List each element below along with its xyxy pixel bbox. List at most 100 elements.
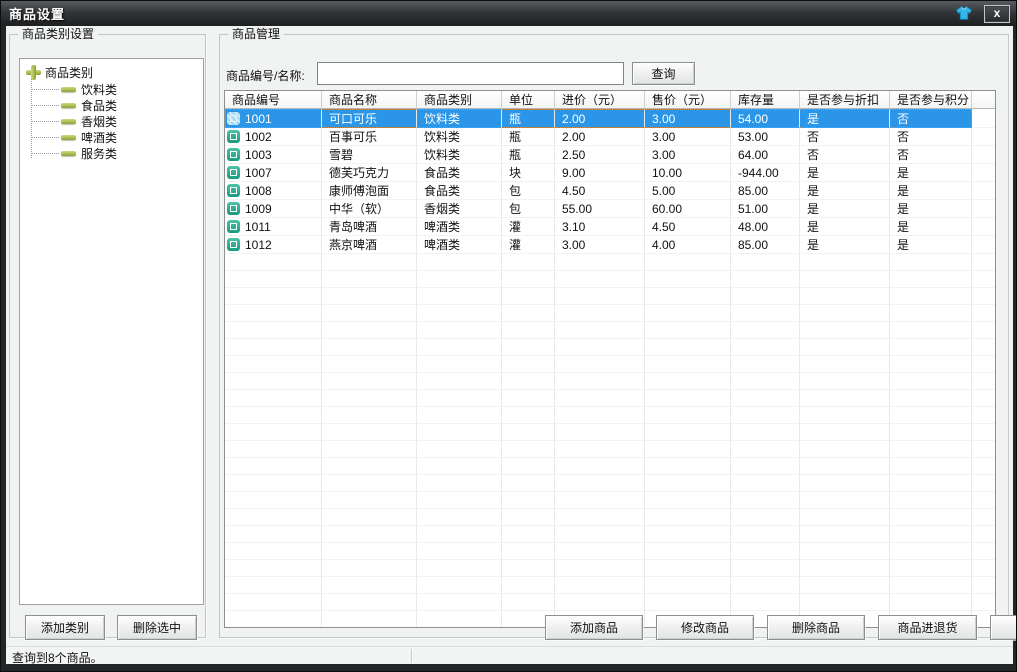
table-row[interactable]: 1007德芙巧克力食品类块9.0010.00-944.00是是 xyxy=(225,164,996,182)
empty-cell xyxy=(322,458,417,475)
empty-cell xyxy=(555,560,645,577)
product-icon xyxy=(227,130,240,143)
empty-row xyxy=(225,509,996,526)
empty-cell xyxy=(731,441,800,458)
table-row[interactable]: 1003雪碧饮料类瓶2.503.0064.00否否 xyxy=(225,146,996,164)
tree-item-label: 啤酒类 xyxy=(81,129,117,146)
column-header[interactable]: 商品类别 xyxy=(417,91,502,109)
column-header[interactable]: 是否参与积分 xyxy=(890,91,972,109)
column-header[interactable]: 库存量 xyxy=(731,91,800,109)
empty-cell xyxy=(972,322,996,339)
empty-row xyxy=(225,526,996,543)
table-cell: 啤酒类 xyxy=(417,236,502,254)
table-cell: 可口可乐 xyxy=(322,109,417,128)
product-inout-button[interactable]: 商品进退货 xyxy=(878,615,977,640)
empty-cell xyxy=(322,509,417,526)
table-cell: 百事可乐 xyxy=(322,128,417,146)
empty-row xyxy=(225,475,996,492)
product-icon xyxy=(227,166,240,179)
product-icon xyxy=(227,148,240,161)
empty-cell xyxy=(555,288,645,305)
empty-cell xyxy=(800,441,890,458)
empty-row xyxy=(225,288,996,305)
tree-item[interactable]: 食品类 xyxy=(26,97,203,113)
close-button[interactable]: x xyxy=(984,5,1010,23)
column-header[interactable]: 进价（元） xyxy=(555,91,645,109)
category-panel-title: 商品类别设置 xyxy=(18,27,98,42)
empty-cell xyxy=(890,543,972,560)
search-input[interactable] xyxy=(317,62,624,85)
table-row[interactable]: 1009中华（软）香烟类包55.0060.0051.00是是 xyxy=(225,200,996,218)
table-cell: 食品类 xyxy=(417,182,502,200)
product-panel-title: 商品管理 xyxy=(228,27,284,42)
empty-cell xyxy=(890,475,972,492)
table-cell: 1002 xyxy=(225,128,322,146)
table-cell-filler xyxy=(972,218,996,236)
empty-cell xyxy=(502,560,555,577)
column-header[interactable]: 售价（元） xyxy=(645,91,731,109)
table-cell-filler xyxy=(972,146,996,164)
empty-cell xyxy=(555,271,645,288)
tree-item[interactable]: 服务类 xyxy=(26,145,203,161)
table-row[interactable]: 1012燕京啤酒啤酒类灌3.004.0085.00是是 xyxy=(225,236,996,254)
column-header[interactable]: 商品名称 xyxy=(322,91,417,109)
empty-cell xyxy=(417,594,502,611)
empty-cell xyxy=(645,407,731,424)
products-table: 商品编号商品名称商品类别单位进价（元）售价（元）库存量是否参与折扣是否参与积分 … xyxy=(225,91,996,628)
column-header[interactable]: 单位 xyxy=(502,91,555,109)
empty-cell xyxy=(322,254,417,271)
add-product-button[interactable]: 添加商品 xyxy=(545,615,643,640)
export-table-button[interactable]: 导出表格 xyxy=(990,615,1017,640)
empty-cell xyxy=(225,322,322,339)
tree-item[interactable]: 香烟类 xyxy=(26,113,203,129)
edit-product-button[interactable]: 修改商品 xyxy=(656,615,754,640)
product-icon xyxy=(227,184,240,197)
empty-cell xyxy=(225,509,322,526)
tree-root-item[interactable]: 商品类别 xyxy=(26,64,203,81)
column-header[interactable]: 是否参与折扣 xyxy=(800,91,890,109)
table-row[interactable]: 1011青岛啤酒啤酒类灌3.104.5048.00是是 xyxy=(225,218,996,236)
empty-row xyxy=(225,322,996,339)
empty-cell xyxy=(890,594,972,611)
delete-category-button[interactable]: 删除选中 xyxy=(117,615,197,640)
tree-item[interactable]: 啤酒类 xyxy=(26,129,203,145)
search-button[interactable]: 查询 xyxy=(632,62,695,85)
empty-cell xyxy=(731,288,800,305)
empty-row xyxy=(225,254,996,271)
empty-cell xyxy=(972,441,996,458)
empty-cell xyxy=(890,526,972,543)
empty-cell xyxy=(972,577,996,594)
empty-cell xyxy=(555,475,645,492)
empty-cell xyxy=(502,288,555,305)
empty-cell xyxy=(731,509,800,526)
add-category-button[interactable]: 添加类别 xyxy=(25,615,105,640)
table-cell: 1012 xyxy=(225,236,322,254)
empty-cell xyxy=(731,560,800,577)
table-row[interactable]: 1002百事可乐饮料类瓶2.003.0053.00否否 xyxy=(225,128,996,146)
empty-cell xyxy=(645,441,731,458)
empty-cell xyxy=(731,271,800,288)
status-bar: 查询到8个商品。 xyxy=(6,646,1013,664)
empty-cell xyxy=(225,441,322,458)
table-cell: 瓶 xyxy=(502,128,555,146)
empty-cell xyxy=(322,560,417,577)
tree-item[interactable]: 饮料类 xyxy=(26,81,203,97)
status-divider xyxy=(411,649,412,663)
tree-connector xyxy=(31,153,59,154)
product-icon xyxy=(227,202,240,215)
table-row[interactable]: 1001可口可乐饮料类瓶2.003.0054.00是否 xyxy=(225,109,996,128)
empty-cell xyxy=(417,305,502,322)
empty-cell xyxy=(972,254,996,271)
empty-cell xyxy=(890,305,972,322)
table-row[interactable]: 1008康师傅泡面食品类包4.505.0085.00是是 xyxy=(225,182,996,200)
delete-product-button[interactable]: 删除商品 xyxy=(767,615,865,640)
table-cell: 1007 xyxy=(225,164,322,182)
empty-cell xyxy=(645,373,731,390)
empty-cell xyxy=(322,492,417,509)
empty-cell xyxy=(225,543,322,560)
empty-cell xyxy=(555,458,645,475)
table-cell: -944.00 xyxy=(731,164,800,182)
titlebar-controls: x xyxy=(954,1,1010,26)
empty-cell xyxy=(731,594,800,611)
column-header[interactable]: 商品编号 xyxy=(225,91,322,109)
